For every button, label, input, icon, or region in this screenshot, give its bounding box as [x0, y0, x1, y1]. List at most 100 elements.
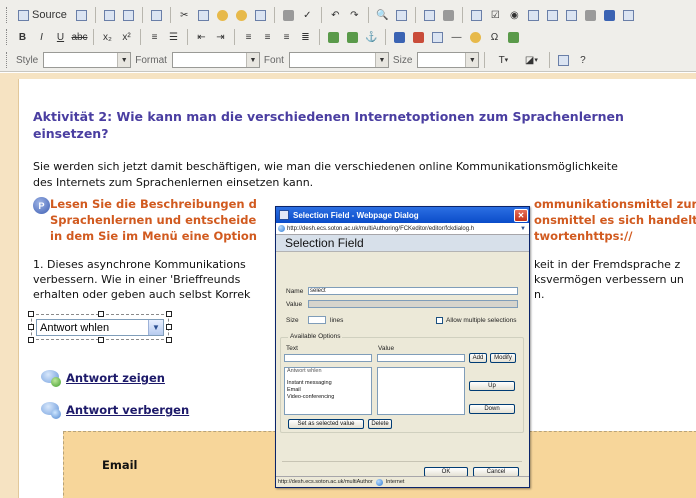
paste-button[interactable] — [214, 7, 231, 24]
find-button[interactable]: 🔍 — [374, 7, 391, 24]
checkbox-button[interactable]: ☑ — [487, 7, 504, 24]
select-all-button[interactable] — [421, 7, 438, 24]
remove-format-button[interactable] — [440, 7, 457, 24]
subscript-button[interactable]: x₂ — [99, 29, 116, 46]
background-color-button[interactable]: ◪ ▾ — [518, 52, 544, 69]
size-input[interactable] — [308, 316, 326, 324]
preview-button[interactable] — [120, 7, 137, 24]
unlink-button[interactable] — [344, 29, 361, 46]
superscript-button[interactable]: x² — [118, 29, 135, 46]
modify-button[interactable]: Modify — [490, 353, 516, 363]
indent-button[interactable]: ⇥ — [212, 29, 229, 46]
list-item[interactable]: Instant messaging — [285, 380, 371, 387]
value-input[interactable] — [308, 300, 518, 308]
close-button[interactable]: ✕ — [514, 208, 528, 222]
textarea-icon — [546, 9, 558, 21]
option-value-input[interactable] — [377, 354, 465, 362]
style-combo[interactable]: ▼ — [43, 52, 132, 68]
resize-handle[interactable] — [28, 337, 34, 343]
align-right-button[interactable]: ≡ — [278, 29, 295, 46]
align-left-button[interactable]: ≡ — [240, 29, 257, 46]
flash-icon — [413, 31, 424, 43]
flash-button[interactable] — [410, 29, 427, 46]
answer-select[interactable]: Antwort whlen ▼ — [36, 319, 164, 336]
unordered-list-button[interactable]: ☰ — [165, 29, 182, 46]
delete-button[interactable]: Delete — [368, 419, 392, 429]
spellcheck-button[interactable]: ✓ — [299, 7, 316, 24]
list-item[interactable]: Antwort whlen — [285, 368, 371, 375]
resize-handle[interactable] — [166, 337, 172, 343]
bold-button[interactable]: B — [14, 29, 31, 46]
resize-handle[interactable] — [28, 311, 34, 317]
image-button-button[interactable] — [601, 7, 618, 24]
hide-answer-link[interactable]: Antwort verbergen — [39, 401, 189, 419]
list-item[interactable]: Video-conferencing — [285, 394, 371, 401]
special-char-button[interactable]: Ω — [486, 29, 503, 46]
resize-handle[interactable] — [28, 324, 34, 330]
toolbar-grip[interactable] — [6, 7, 9, 23]
list-item[interactable]: Email — [285, 387, 371, 394]
replace-button[interactable] — [393, 7, 410, 24]
resize-handle[interactable] — [166, 324, 172, 330]
undo-button[interactable]: ↶ — [327, 7, 344, 24]
paste-word-button[interactable] — [252, 7, 269, 24]
resize-handle[interactable] — [98, 337, 104, 343]
new-page-button[interactable] — [101, 7, 118, 24]
resize-handle[interactable] — [166, 311, 172, 317]
ordered-list-button[interactable]: ≡ — [146, 29, 163, 46]
redo-button[interactable]: ↷ — [346, 7, 363, 24]
about-button[interactable]: ? — [574, 52, 591, 69]
copy-button[interactable] — [195, 7, 212, 24]
name-input[interactable]: select — [308, 287, 518, 295]
font-combo[interactable]: ▼ — [288, 52, 389, 68]
chevron-down-icon[interactable]: ▼ — [148, 320, 163, 335]
select-field-button[interactable] — [563, 7, 580, 24]
align-center-button[interactable]: ≡ — [259, 29, 276, 46]
save-button[interactable] — [73, 7, 90, 24]
table-button[interactable] — [429, 29, 446, 46]
size-combo[interactable]: ▼ — [417, 52, 480, 68]
dialog-titlebar[interactable]: Selection Field - Webpage Dialog ✕ — [276, 207, 529, 223]
anchor-button[interactable]: ⚓ — [363, 29, 380, 46]
rule-button[interactable]: — — [448, 29, 465, 46]
page-break-button[interactable] — [505, 29, 522, 46]
options-value-list[interactable] — [377, 367, 465, 415]
add-button[interactable]: Add — [469, 353, 487, 363]
hidden-field-button[interactable] — [620, 7, 637, 24]
paste-text-button[interactable] — [233, 7, 250, 24]
textfield-button[interactable] — [525, 7, 542, 24]
cut-button[interactable]: ✂ — [176, 7, 193, 24]
chevron-down-icon[interactable]: ▼ — [520, 226, 529, 232]
options-text-list[interactable]: Antwort whlen Instant messaging Email Vi… — [284, 367, 372, 415]
source-button[interactable]: Source — [14, 7, 71, 24]
outdent-button[interactable]: ⇤ — [193, 29, 210, 46]
italic-button[interactable]: I — [33, 29, 50, 46]
form-button[interactable] — [468, 7, 485, 24]
toolbar-grip[interactable] — [6, 29, 9, 45]
selected-select-field[interactable]: Antwort whlen ▼ — [28, 311, 172, 343]
set-selected-button[interactable]: Set as selected value — [288, 419, 364, 429]
text-color-button[interactable]: T ▾ — [490, 52, 516, 69]
up-button[interactable]: Up — [469, 381, 515, 391]
allow-multiple-checkbox[interactable] — [436, 317, 443, 324]
show-answer-link[interactable]: Antwort zeigen — [39, 369, 165, 387]
form-button-button[interactable] — [582, 7, 599, 24]
textarea-button[interactable] — [544, 7, 561, 24]
option-text-input[interactable] — [284, 354, 372, 362]
smiley-button[interactable] — [467, 29, 484, 46]
toolbar-grip[interactable] — [6, 52, 9, 68]
show-blocks-button[interactable] — [555, 52, 572, 69]
templates-button[interactable] — [148, 7, 165, 24]
radio-button[interactable]: ◉ — [506, 7, 523, 24]
underline-button[interactable]: U — [52, 29, 69, 46]
font-label: Font — [263, 54, 284, 66]
print-button[interactable] — [280, 7, 297, 24]
format-combo[interactable]: ▼ — [171, 52, 260, 68]
image-button[interactable] — [391, 29, 408, 46]
strikethrough-button[interactable]: abc — [71, 29, 88, 46]
chevron-down-icon: ▼ — [245, 53, 259, 67]
down-button[interactable]: Down — [469, 404, 515, 414]
link-button[interactable] — [325, 29, 342, 46]
align-justify-button[interactable]: ≣ — [297, 29, 314, 46]
resize-handle[interactable] — [98, 311, 104, 317]
